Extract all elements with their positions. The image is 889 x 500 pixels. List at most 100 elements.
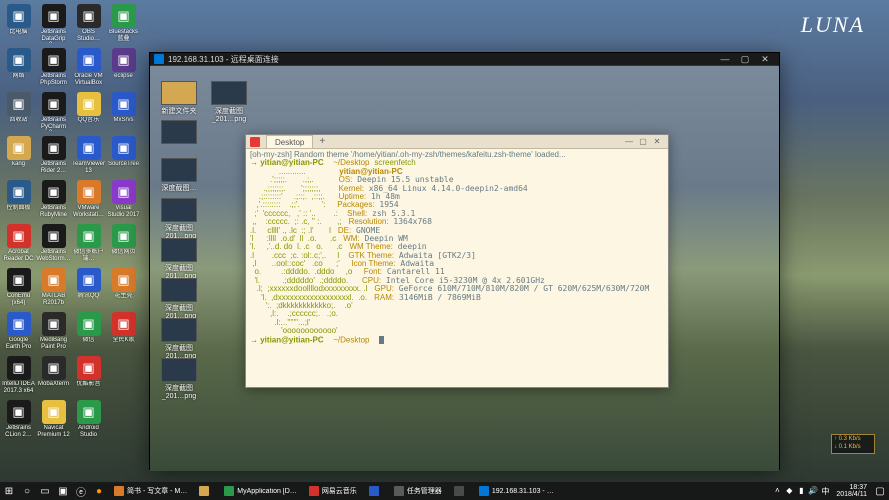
desktop-icon[interactable]: ▣花生壳 bbox=[107, 268, 140, 310]
task-view-button[interactable]: ▭ bbox=[36, 482, 54, 500]
firefox-icon[interactable]: ● bbox=[90, 482, 108, 500]
desktop-icon[interactable]: ▣JetBrains Rider 2… bbox=[37, 136, 70, 178]
maximize-button[interactable]: ▢ bbox=[735, 53, 755, 65]
app-icon: ▣ bbox=[42, 180, 66, 204]
rdp-desktop-icon[interactable]: 深度截图_201…png bbox=[156, 318, 202, 360]
icon-label: TeamViewer 13 bbox=[72, 161, 105, 174]
taskbar-item[interactable] bbox=[193, 482, 218, 500]
desktop-icon[interactable]: ▣JetBrains CLion 2… bbox=[2, 400, 35, 442]
terminal-tab[interactable]: Desktop bbox=[266, 135, 313, 148]
rdp-window: 192.168.31.103 - 远程桌面连接 — ▢ ✕ Desktop + … bbox=[149, 52, 780, 470]
desktop-icon[interactable]: ▣SourceTree bbox=[107, 136, 140, 178]
taskbar[interactable]: ⊞ ○ ▭ ▣ ⓔ ● 简书 - 写文章 - M… MyApplication [… bbox=[0, 482, 889, 500]
app-icon: ▣ bbox=[42, 136, 66, 160]
rdp-desktop-icon[interactable]: 深度截图_201…png bbox=[156, 198, 202, 240]
desktop-icon[interactable]: ▣Google Earth Pro bbox=[2, 312, 35, 354]
desktop-icon[interactable]: ▣TeamViewer 13 bbox=[72, 136, 105, 178]
taskbar-item[interactable] bbox=[363, 482, 388, 500]
desktop-icon[interactable]: ▣Navicat Premium 12 bbox=[37, 400, 70, 442]
desktop-icon[interactable]: ▣微信 bbox=[72, 312, 105, 354]
taskbar-item[interactable]: 192.168.31.103 - … bbox=[473, 482, 560, 500]
icon-label: ConEmu (x64) bbox=[2, 293, 35, 306]
taskbar-item[interactable]: 简书 - 写文章 - M… bbox=[108, 482, 193, 500]
desktop-icon[interactable]: ▣kang bbox=[2, 136, 35, 178]
icon-label: 网络 bbox=[12, 73, 24, 80]
tray-app-icon[interactable]: ◆ bbox=[784, 486, 794, 496]
tray-volume-icon[interactable]: 🔊 bbox=[808, 486, 818, 496]
desktop-icon[interactable]: ▣QQ音乐 bbox=[72, 92, 105, 134]
desktop-icon[interactable]: ▣MediBang Paint Pro bbox=[37, 312, 70, 354]
rdp-desktop-icon[interactable]: 深度截图_201…png bbox=[206, 81, 252, 123]
desktop-icon[interactable]: ▣JetBrains PyCharm 2… bbox=[37, 92, 70, 134]
desktop-icon[interactable]: ▣JetBrains DataGrip 2… bbox=[37, 4, 70, 46]
rdp-desktop-icon[interactable]: 深度截图_201…png bbox=[156, 358, 202, 400]
rdp-desktop-icon[interactable] bbox=[156, 120, 202, 145]
desktop-icon[interactable]: ▣JetBrains PhpStorm … bbox=[37, 48, 70, 90]
rdp-titlebar[interactable]: 192.168.31.103 - 远程桌面连接 — ▢ ✕ bbox=[150, 53, 779, 66]
minimize-button[interactable]: — bbox=[715, 53, 735, 65]
icon-label: 新建文件夹 bbox=[162, 106, 197, 116]
file-explorer-icon[interactable]: ▣ bbox=[54, 482, 72, 500]
app-icon: ▣ bbox=[42, 400, 66, 424]
icon-label: JetBrains WebStorm… bbox=[36, 249, 70, 262]
desktop-icon[interactable]: ▣JetBrains WebStorm… bbox=[37, 224, 70, 266]
desktop-icon[interactable]: ▣回收站 bbox=[2, 92, 35, 134]
taskbar-item[interactable] bbox=[448, 482, 473, 500]
rdp-desktop-icon[interactable]: 深度截图_201…png bbox=[156, 238, 202, 280]
desktop-icon[interactable]: ▣Visual Studio 2017 bbox=[107, 180, 140, 222]
icon-label: Google Earth Pro bbox=[2, 337, 35, 350]
desktop-icon[interactable]: ▣eclipse bbox=[107, 48, 140, 90]
desktop-icon[interactable]: ▣MobaXterm bbox=[37, 356, 70, 398]
system-tray[interactable]: ˄ ◆ ▮ 🔊 中 18:37 2018/4/11 ▢ bbox=[772, 482, 889, 500]
app-icon: ▣ bbox=[7, 400, 31, 424]
desktop-icon[interactable]: ▣Bluestacks 蓝叠 bbox=[107, 4, 140, 46]
tray-ime-icon[interactable]: 中 bbox=[820, 486, 830, 496]
search-button[interactable]: ○ bbox=[18, 482, 36, 500]
app-icon: ▣ bbox=[42, 312, 66, 336]
app-icon: ▣ bbox=[112, 136, 136, 160]
desktop-icon[interactable]: ▣网络 bbox=[2, 48, 35, 90]
rdp-desktop-icon[interactable]: 新建文件夹 bbox=[156, 81, 202, 116]
terminal-close-button[interactable]: ✕ bbox=[650, 137, 664, 146]
desktop-icon[interactable]: ▣Android Studio bbox=[72, 400, 105, 442]
app-icon: ▣ bbox=[77, 312, 101, 336]
app-icon: ▣ bbox=[112, 48, 136, 72]
icon-label: 控制面板 bbox=[6, 205, 30, 212]
start-button[interactable]: ⊞ bbox=[0, 482, 18, 500]
terminal-minimize-button[interactable]: — bbox=[622, 137, 636, 146]
close-button[interactable]: ✕ bbox=[755, 53, 775, 65]
desktop-icon[interactable]: ▣腾讯QQ bbox=[72, 268, 105, 310]
desktop-icon[interactable]: ▣MxSrvs bbox=[107, 92, 140, 134]
app-icon: ▣ bbox=[112, 224, 136, 248]
tray-chevron-icon[interactable]: ˄ bbox=[772, 486, 782, 496]
taskbar-item-label: 网易云音乐 bbox=[322, 486, 357, 496]
terminal-output[interactable]: [oh-my-zsh] Random theme '/home/yitian/.… bbox=[246, 149, 668, 346]
taskbar-clock[interactable]: 18:37 2018/4/11 bbox=[832, 484, 871, 498]
desktop-icon[interactable]: ▣ConEmu (x64) bbox=[2, 268, 35, 310]
edge-icon[interactable]: ⓔ bbox=[72, 482, 90, 500]
taskbar-item[interactable]: 网易云音乐 bbox=[303, 482, 363, 500]
terminal-maximize-button[interactable]: ▢ bbox=[636, 137, 650, 146]
terminal-tabbar[interactable]: Desktop + — ▢ ✕ bbox=[246, 135, 668, 149]
desktop-icon[interactable]: ▣Oracle VM VirtualBox bbox=[72, 48, 105, 90]
rdp-desktop[interactable]: Desktop + — ▢ ✕ [oh-my-zsh] Random theme… bbox=[150, 66, 779, 471]
rdp-desktop-icon[interactable]: 深度截图… bbox=[156, 158, 202, 193]
desktop-icon[interactable]: ▣比电脑 bbox=[2, 4, 35, 46]
desktop-icon[interactable]: ▣优酷影音 bbox=[72, 356, 105, 398]
desktop-icon[interactable]: ▣JetBrains RubyMine … bbox=[37, 180, 70, 222]
desktop-icon[interactable]: ▣控制面板 bbox=[2, 180, 35, 222]
notification-button[interactable]: ▢ bbox=[873, 482, 887, 500]
desktop-icon[interactable]: ▣IntelliJ IDEA 2017.3 x64 bbox=[2, 356, 35, 398]
new-tab-button[interactable]: + bbox=[313, 136, 331, 147]
tray-network-icon[interactable]: ▮ bbox=[796, 486, 806, 496]
taskbar-item[interactable]: 任务管理器 bbox=[388, 482, 448, 500]
rdp-desktop-icon[interactable]: 深度截图_201…png bbox=[156, 278, 202, 320]
desktop-icon[interactable]: ▣微信多账户端… bbox=[72, 224, 105, 266]
desktop-icon[interactable]: ▣全民K歌 bbox=[107, 312, 140, 354]
desktop-icon[interactable]: ▣VMware Workstati… bbox=[72, 180, 105, 222]
taskbar-item[interactable]: MyApplication [D… bbox=[218, 482, 303, 500]
desktop-icon[interactable]: ▣MATLAB R2017b bbox=[37, 268, 70, 310]
desktop-icon[interactable]: ▣Acrobat Reader DC bbox=[2, 224, 35, 266]
desktop-icon[interactable]: ▣微信网页 bbox=[107, 224, 140, 266]
desktop-icon[interactable]: ▣OBS Studio… bbox=[72, 4, 105, 46]
